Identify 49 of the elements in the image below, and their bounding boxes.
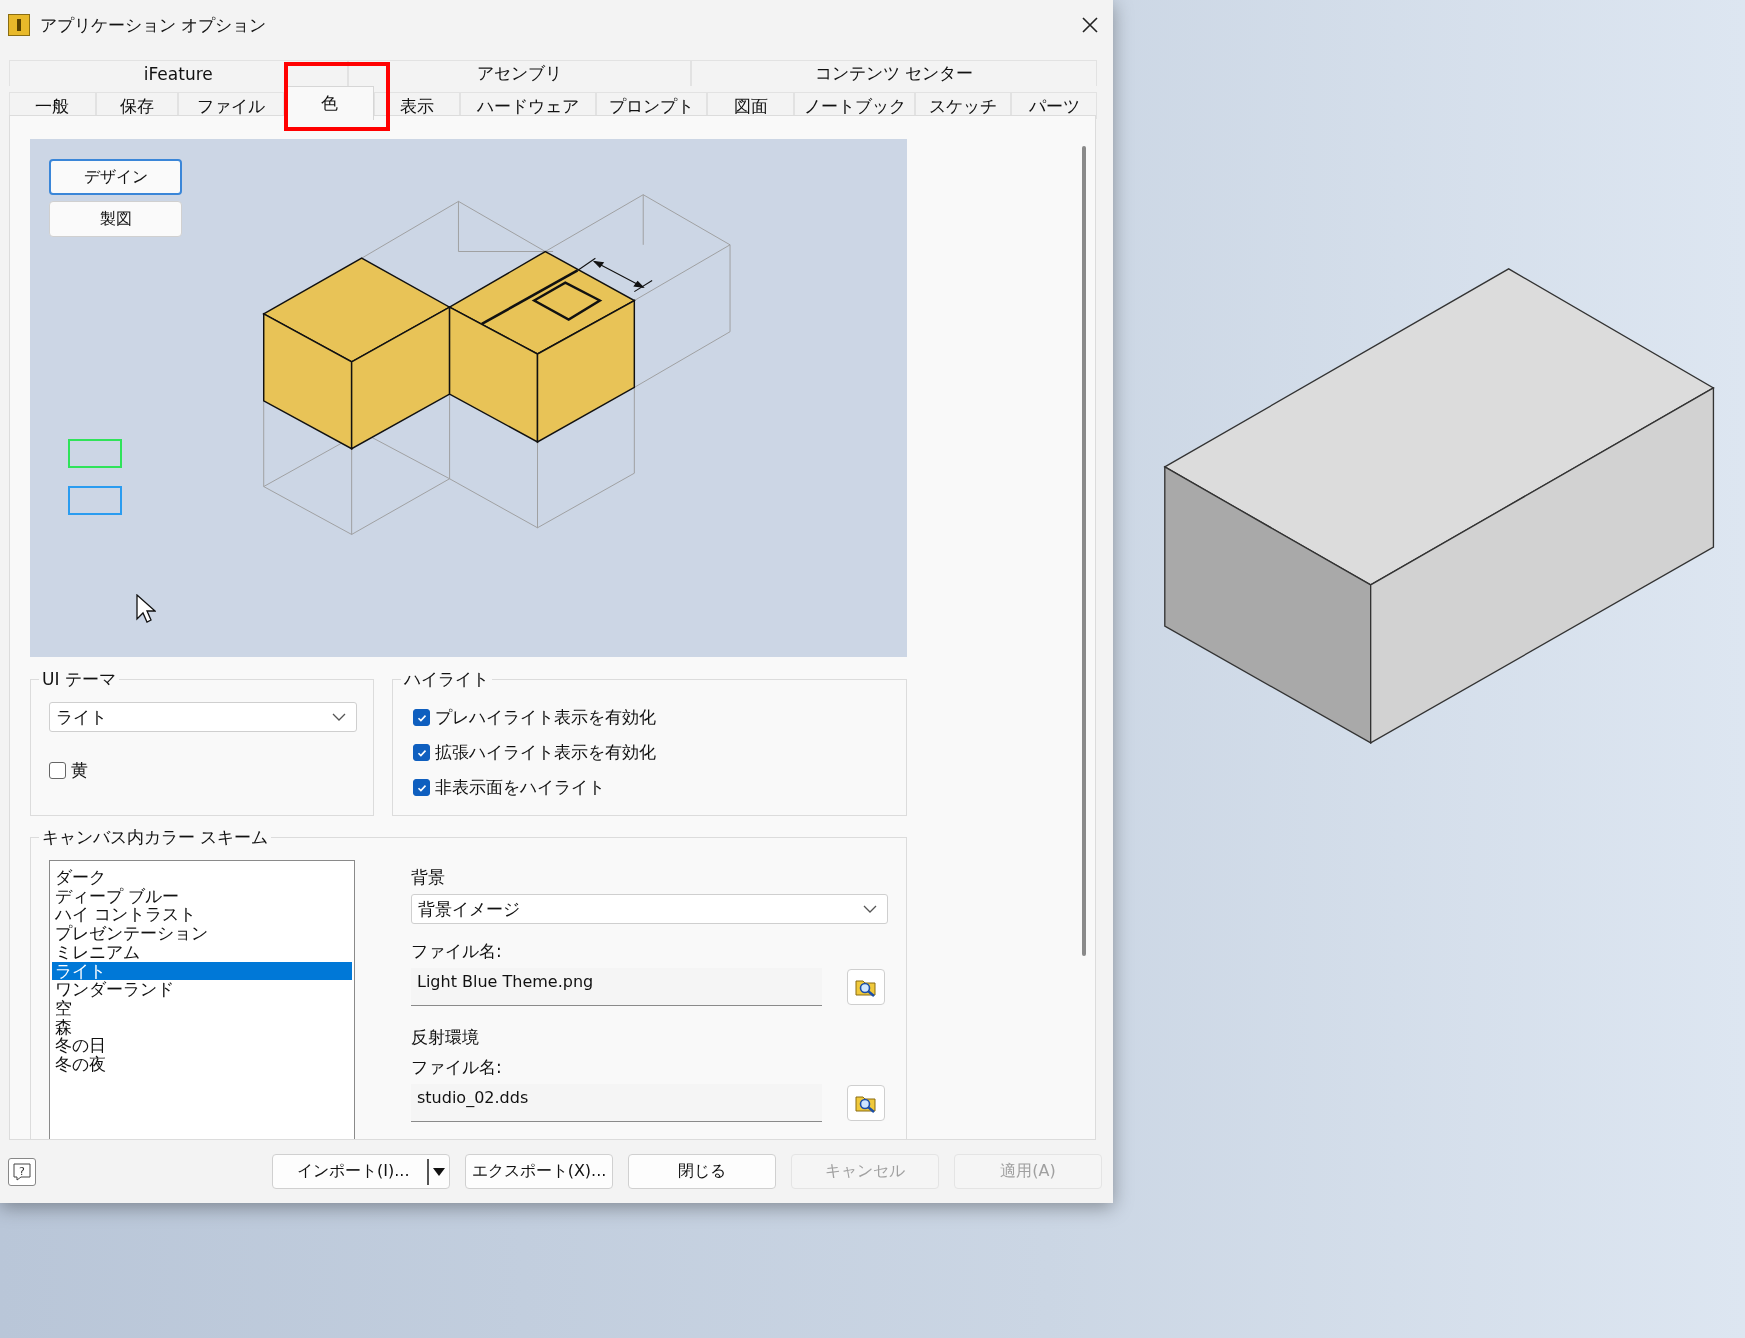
browse-folder-icon[interactable] (847, 1085, 885, 1121)
browse-folder-icon[interactable] (847, 969, 885, 1005)
help-icon[interactable]: ? (8, 1157, 36, 1186)
field-label: ファイル名: (411, 940, 502, 962)
checkbox-label: プレハイライト表示を有効化 (435, 706, 656, 729)
file-name-field[interactable]: Light Blue Theme.png (411, 968, 822, 1006)
list-item[interactable]: ライト (52, 961, 352, 981)
dialog-button[interactable]: 閉じる (628, 1154, 776, 1189)
background-dropdown[interactable]: 背景イメージ (411, 894, 888, 924)
select-swatch (68, 486, 122, 515)
checkbox-label: 非表示面をハイライト (435, 776, 605, 799)
list-item[interactable]: 冬の夜 (52, 1055, 352, 1074)
tab-group-label: iFeature (9, 60, 348, 86)
list-item[interactable]: 森 (52, 1017, 352, 1037)
scheme-list[interactable]: ダーク ディープ ブルー ハイ コントラスト プレゼンテーション ミレニアム ライト ワンダーランド 空 森 冬の日 冬の夜 (49, 860, 355, 1139)
list-item[interactable]: 空 (52, 998, 352, 1018)
list-item[interactable]: ミレニアム (52, 942, 352, 962)
theme-dropdown[interactable]: ライト (49, 702, 357, 732)
field-label: 反射環境 (411, 1026, 479, 1048)
caret-icon (433, 1167, 445, 1176)
preselect-swatch (68, 439, 122, 468)
scrollbar[interactable] (1082, 146, 1086, 956)
mode-button[interactable]: デザイン (49, 159, 182, 195)
list-item[interactable]: 冬の日 (52, 1036, 352, 1056)
list-item[interactable]: ダーク (52, 868, 352, 887)
window-title: アプリケーション オプション (40, 13, 267, 37)
checkbox[interactable] (413, 744, 430, 761)
dialog-button[interactable]: エクスポート(X)... (465, 1154, 613, 1189)
checkbox[interactable] (49, 761, 66, 779)
field-label: 背景 (411, 866, 445, 888)
list-item[interactable]: ハイ コントラスト (52, 905, 352, 925)
chevron-icon (863, 904, 877, 914)
checkbox-label: 拡張ハイライト表示を有効化 (435, 741, 656, 764)
chevron-icon (332, 712, 346, 722)
app-icon (8, 14, 30, 36)
import-split-button[interactable]: インポート(I)... (272, 1154, 450, 1189)
list-item[interactable]: プレゼンテーション (52, 924, 352, 943)
checkbox-label: 黄 (71, 758, 88, 782)
list-item[interactable]: ディープ ブルー (52, 886, 352, 906)
tab-group-label: コンテンツ センター (690, 60, 1097, 86)
group-title: キャンバス内カラー スキーム (39, 826, 272, 849)
list-item[interactable]: ワンダーランド (52, 980, 352, 999)
checkbox[interactable] (413, 709, 430, 726)
cursor-icon (136, 594, 156, 624)
checkbox[interactable] (413, 779, 430, 796)
tab-group-label: アセンブリ (347, 60, 691, 86)
mode-button[interactable]: 製図 (49, 201, 182, 237)
field-label: ファイル名: (411, 1056, 502, 1078)
file-name-field[interactable]: studio_02.dds (411, 1084, 822, 1122)
